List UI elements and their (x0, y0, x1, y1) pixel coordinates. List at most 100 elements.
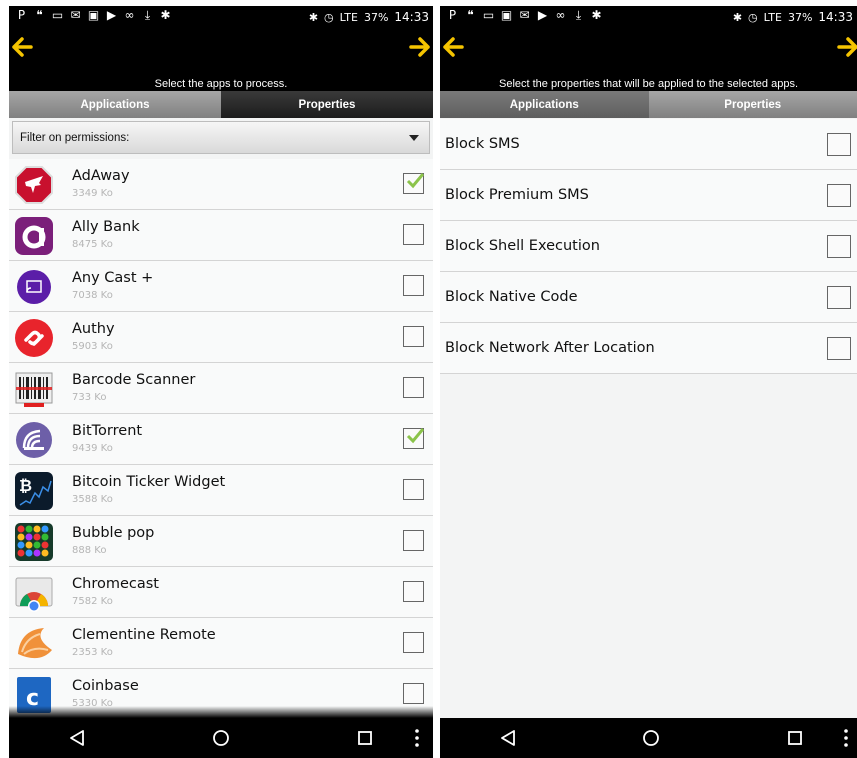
property-row[interactable]: Block Network After Location (440, 323, 857, 374)
app-name: Barcode Scanner (72, 372, 196, 388)
alarm-icon: ◷ (748, 10, 758, 24)
voicemail-icon: ∞ (555, 8, 566, 22)
bitcoin-icon: ₿ (15, 472, 53, 510)
property-label: Block Native Code (445, 289, 578, 305)
list-fade (9, 706, 433, 718)
app-row[interactable]: AdAway 3349 Ko (9, 159, 433, 210)
barcode-icon (15, 372, 53, 407)
app-row[interactable]: BitTorrent 9439 Ko (9, 414, 433, 465)
app-row[interactable]: Clementine Remote 2353 Ko (9, 618, 433, 669)
battery-level: 37% (787, 10, 813, 24)
property-row[interactable]: Block SMS (440, 119, 857, 170)
app-row[interactable]: Ally Bank 8475 Ko (9, 210, 433, 261)
app-name: Ally Bank (72, 219, 140, 235)
app-checkbox[interactable] (403, 632, 424, 653)
checkmark-icon (406, 428, 424, 444)
property-checkbox[interactable] (827, 337, 851, 360)
debug-icon: ✱ (160, 8, 171, 22)
property-row[interactable]: Block Premium SMS (440, 170, 857, 221)
app-row[interactable]: Any Cast + 7038 Ko (9, 261, 433, 312)
hangouts-icon: ❝ (467, 8, 474, 22)
tab-properties[interactable]: Properties (221, 91, 433, 118)
app-size: 733 Ko (72, 392, 107, 403)
mail-icon: ✉ (70, 8, 81, 22)
app-row[interactable]: Chromecast 7582 Ko (9, 567, 433, 618)
adaway-icon (15, 166, 53, 204)
property-label: Block SMS (445, 136, 520, 152)
property-row[interactable]: Block Native Code (440, 272, 857, 323)
back-arrow-icon[interactable] (442, 36, 464, 58)
property-label: Block Premium SMS (445, 187, 589, 203)
property-row[interactable]: Block Shell Execution (440, 221, 857, 272)
download-icon: ⤓ (144, 8, 151, 22)
property-label: Block Network After Location (445, 340, 655, 356)
nav-recents-icon[interactable] (355, 728, 375, 748)
nav-bar (9, 718, 433, 758)
app-checkbox[interactable] (403, 173, 424, 194)
property-checkbox[interactable] (827, 235, 851, 258)
property-checkbox[interactable] (827, 133, 851, 156)
property-list: Block SMS Block Premium SMS Block Shell … (440, 119, 857, 374)
app-row[interactable]: ₿ Bitcoin Ticker Widget 3588 Ko (9, 465, 433, 516)
app-checkbox[interactable] (403, 581, 424, 602)
app-size: 3349 Ko (72, 188, 113, 199)
app-row[interactable]: Bubble pop 888 Ko (9, 516, 433, 567)
clock: 14:33 (394, 10, 429, 24)
app-checkbox[interactable] (403, 326, 424, 347)
app-row[interactable]: Barcode Scanner 733 Ko (9, 363, 433, 414)
app-checkbox[interactable] (403, 479, 424, 500)
mail-icon: ✉ (519, 8, 530, 22)
forward-arrow-icon[interactable] (837, 36, 857, 58)
nav-back-icon[interactable] (498, 728, 518, 748)
tab-bar: Applications Properties (440, 91, 857, 118)
property-label: Block Shell Execution (445, 238, 600, 254)
tab-applications[interactable]: Applications (440, 91, 649, 118)
app-name: Any Cast + (72, 270, 154, 286)
app-checkbox[interactable] (403, 683, 424, 704)
app-header: Select the apps to process. (9, 28, 433, 91)
permissions-filter-dropdown[interactable]: Filter on permissions: (12, 121, 430, 154)
app-header: Select the properties that will be appli… (440, 28, 857, 91)
app-checkbox[interactable] (403, 530, 424, 551)
nav-back-icon[interactable] (67, 728, 87, 748)
app-name: AdAway (72, 168, 130, 184)
status-bar: P ❝ ▭ ▣ ✉ ▶ ∞ ⤓ ✱ ✱ ◷ LTE 37% 14:33 (440, 6, 857, 28)
notification-icons: P ❝ ▭ ▣ ✉ ▶ ∞ ⤓ ✱ (446, 9, 603, 22)
tab-properties[interactable]: Properties (648, 91, 857, 118)
app-checkbox[interactable] (403, 275, 424, 296)
app-size: 2353 Ko (72, 647, 113, 658)
authy-icon (15, 319, 53, 357)
property-checkbox[interactable] (827, 286, 851, 309)
tab-applications[interactable]: Applications (9, 91, 221, 118)
app-checkbox[interactable] (403, 428, 424, 449)
app-checkbox[interactable] (403, 224, 424, 245)
svg-text:₿: ₿ (19, 476, 32, 495)
checkmark-icon (406, 173, 424, 189)
nav-home-icon[interactable] (211, 728, 231, 748)
message-icon: ▭ (482, 8, 495, 22)
bluetooth-icon: ✱ (308, 10, 319, 24)
app-checkbox[interactable] (403, 377, 424, 398)
property-checkbox[interactable] (827, 184, 851, 207)
image-icon: ▣ (500, 8, 513, 22)
app-size: 3588 Ko (72, 494, 113, 505)
forward-arrow-icon[interactable] (409, 36, 431, 58)
properties-screen: P ❝ ▭ ▣ ✉ ▶ ∞ ⤓ ✱ ✱ ◷ LTE 37% 14:33 Sele… (440, 6, 857, 758)
app-size: 888 Ko (72, 545, 107, 556)
image-icon: ▣ (87, 8, 100, 22)
back-arrow-icon[interactable] (11, 36, 33, 58)
app-name: Authy (72, 321, 115, 337)
app-name: Clementine Remote (72, 627, 216, 643)
app-list: AdAway 3349 Ko Ally Bank 8475 Ko Any Cas… (9, 159, 433, 720)
download-icon: ⤓ (575, 8, 582, 22)
caret-down-icon (409, 135, 419, 141)
app-size: 7038 Ko (72, 290, 113, 301)
status-bar: P ❝ ▭ ✉ ▣ ▶ ∞ ⤓ ✱ ✱ ◷ LTE 37% 14:33 (9, 6, 433, 28)
overflow-menu-icon[interactable] (836, 728, 856, 748)
nav-recents-icon[interactable] (785, 728, 805, 748)
filter-label: Filter on permissions: (20, 132, 130, 144)
overflow-menu-icon[interactable] (407, 728, 427, 748)
nav-home-icon[interactable] (641, 728, 661, 748)
app-row[interactable]: Authy 5903 Ko (9, 312, 433, 363)
app-name: Bitcoin Ticker Widget (72, 474, 226, 490)
